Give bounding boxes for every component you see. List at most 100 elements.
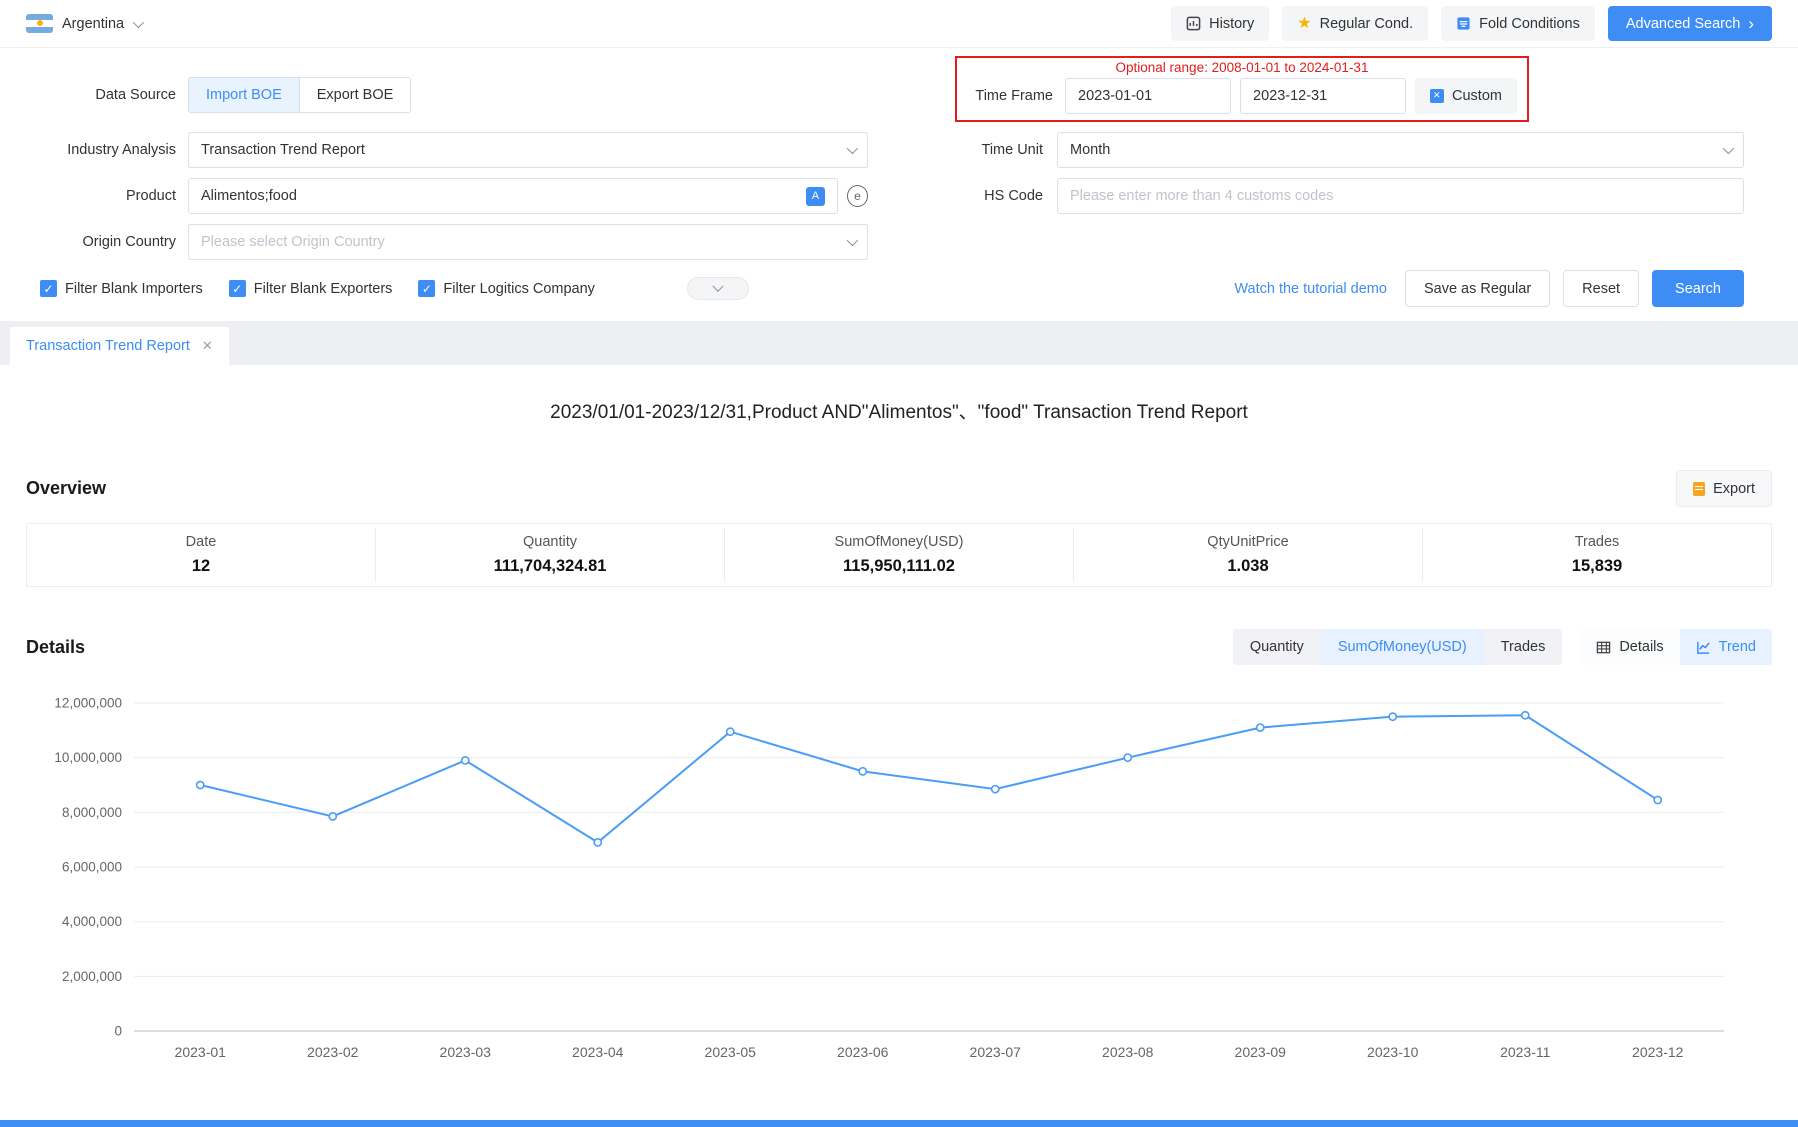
export-boe-option[interactable]: Export BOE [299, 78, 411, 112]
expand-filters-button[interactable] [687, 277, 749, 300]
search-button[interactable]: Search [1652, 270, 1744, 307]
svg-text:2023-02: 2023-02 [307, 1044, 359, 1060]
chevron-down-icon [133, 16, 144, 27]
date-from-field[interactable] [1065, 78, 1231, 114]
import-boe-option[interactable]: Import BOE [189, 78, 299, 112]
report-content: 2023/01/01-2023/12/31,Product AND"Alimen… [0, 397, 1798, 1087]
chevron-down-icon [847, 143, 858, 154]
custom-icon [1430, 89, 1444, 103]
data-source-toggle: Import BOE Export BOE [188, 77, 411, 113]
tutorial-demo-link[interactable]: Watch the tutorial demo [1234, 281, 1387, 297]
product-field[interactable]: A [188, 178, 838, 214]
advanced-search-button[interactable]: Advanced Search › [1608, 6, 1772, 41]
translate-icon[interactable]: A [806, 187, 825, 206]
svg-text:2023-09: 2023-09 [1235, 1044, 1287, 1060]
svg-text:2023-07: 2023-07 [970, 1044, 1022, 1060]
date-from-input[interactable] [1078, 88, 1265, 104]
custom-range-button[interactable]: Custom [1415, 78, 1517, 114]
svg-text:0: 0 [114, 1024, 122, 1039]
view-tab-trend[interactable]: Trend [1680, 629, 1772, 665]
trend-chart-icon [1696, 640, 1711, 655]
stat-date: Date 12 [27, 528, 375, 582]
time-frame-highlight-box: Optional range: 2008-01-01 to 2024-01-31… [955, 56, 1529, 122]
svg-text:2023-11: 2023-11 [1500, 1044, 1551, 1060]
fold-icon [1456, 16, 1471, 31]
export-file-icon [1693, 482, 1705, 496]
argentina-flag-icon [26, 14, 53, 33]
svg-text:2023-10: 2023-10 [1367, 1044, 1419, 1060]
hs-code-label: HS Code [868, 188, 1043, 204]
svg-text:12,000,000: 12,000,000 [54, 696, 122, 711]
svg-text:2023-12: 2023-12 [1632, 1044, 1684, 1060]
origin-country-label: Origin Country [26, 234, 176, 250]
svg-text:2023-06: 2023-06 [837, 1044, 889, 1060]
date-to-input[interactable] [1253, 88, 1440, 104]
chevron-right-icon: › [1748, 15, 1754, 32]
language-circle-icon[interactable]: e [847, 185, 868, 207]
industry-analysis-value: Transaction Trend Report [201, 142, 365, 158]
regular-cond-button[interactable]: ★ Regular Cond. [1282, 6, 1428, 41]
metric-tab-sum-of-money[interactable]: SumOfMoney(USD) [1321, 629, 1484, 665]
trend-chart: 02,000,0004,000,0006,000,0008,000,00010,… [0, 665, 1798, 1087]
overview-heading: Overview [26, 478, 106, 499]
checkbox-checked-icon: ✓ [40, 280, 57, 297]
top-bar: Argentina History ★ Regular Cond. Fold C… [0, 0, 1798, 48]
close-tab-icon[interactable]: ✕ [202, 338, 213, 354]
metric-tab-trades[interactable]: Trades [1484, 629, 1563, 665]
svg-text:2023-04: 2023-04 [572, 1044, 624, 1060]
table-icon [1596, 640, 1611, 655]
view-tab-group: Details Trend [1580, 629, 1772, 665]
view-tab-details[interactable]: Details [1580, 629, 1679, 665]
industry-analysis-label: Industry Analysis [26, 142, 176, 158]
country-selector[interactable]: Argentina [26, 14, 141, 33]
industry-analysis-select[interactable]: Transaction Trend Report [188, 132, 868, 168]
overview-stats: Date 12 Quantity 111,704,324.81 SumOfMon… [26, 523, 1772, 587]
svg-text:2,000,000: 2,000,000 [62, 969, 122, 984]
svg-text:2023-03: 2023-03 [440, 1044, 492, 1060]
fold-conditions-button[interactable]: Fold Conditions [1441, 6, 1595, 41]
time-frame-label: Time Frame [967, 88, 1053, 104]
checkbox-checked-icon: ✓ [418, 280, 435, 297]
svg-text:2023-01: 2023-01 [175, 1044, 227, 1060]
country-name: Argentina [62, 16, 124, 32]
time-unit-label: Time Unit [868, 142, 1043, 158]
filter-blank-importers-checkbox[interactable]: ✓ Filter Blank Importers [40, 280, 203, 297]
metric-tab-group: Quantity SumOfMoney(USD) Trades [1233, 629, 1563, 665]
tab-transaction-trend-report[interactable]: Transaction Trend Report ✕ [10, 327, 229, 365]
svg-text:6,000,000: 6,000,000 [62, 860, 122, 875]
reset-button[interactable]: Reset [1563, 270, 1639, 307]
hs-code-input[interactable] [1070, 188, 1731, 204]
time-unit-select[interactable]: Month [1057, 132, 1744, 168]
optional-range-note: Optional range: 2008-01-01 to 2024-01-31 [967, 59, 1517, 78]
product-label: Product [26, 188, 176, 204]
origin-country-placeholder: Please select Origin Country [201, 234, 385, 250]
svg-text:10,000,000: 10,000,000 [54, 750, 122, 765]
origin-country-select[interactable]: Please select Origin Country [188, 224, 868, 260]
time-unit-value: Month [1070, 142, 1110, 158]
data-source-label: Data Source [26, 87, 176, 103]
product-input[interactable] [201, 188, 806, 204]
chevron-down-icon [847, 235, 858, 246]
history-icon [1186, 16, 1201, 31]
save-as-regular-button[interactable]: Save as Regular [1405, 270, 1550, 307]
export-button[interactable]: Export [1676, 470, 1772, 507]
stat-quantity: Quantity 111,704,324.81 [375, 528, 724, 582]
filter-form: Data Source Import BOE Export BOE Option… [0, 48, 1798, 321]
hs-code-field[interactable] [1057, 178, 1744, 214]
filter-blank-exporters-checkbox[interactable]: ✓ Filter Blank Exporters [229, 280, 393, 297]
history-button[interactable]: History [1171, 6, 1269, 41]
star-icon: ★ [1297, 16, 1311, 32]
svg-text:2023-08: 2023-08 [1102, 1044, 1154, 1060]
bottom-blue-bar [0, 1120, 1798, 1127]
trend-line-chart: 02,000,0004,000,0006,000,0008,000,00010,… [22, 675, 1774, 1083]
filter-logitics-company-checkbox[interactable]: ✓ Filter Logitics Company [418, 280, 595, 297]
svg-text:2023-05: 2023-05 [705, 1044, 757, 1060]
checkbox-checked-icon: ✓ [229, 280, 246, 297]
date-to-field[interactable] [1240, 78, 1406, 114]
chevron-down-icon [1723, 143, 1734, 154]
svg-text:8,000,000: 8,000,000 [62, 805, 122, 820]
tab-strip: Transaction Trend Report ✕ [0, 321, 1798, 365]
stat-sum-of-money: SumOfMoney(USD) 115,950,111.02 [724, 528, 1073, 582]
metric-tab-quantity[interactable]: Quantity [1233, 629, 1321, 665]
report-title: 2023/01/01-2023/12/31,Product AND"Alimen… [0, 397, 1798, 424]
